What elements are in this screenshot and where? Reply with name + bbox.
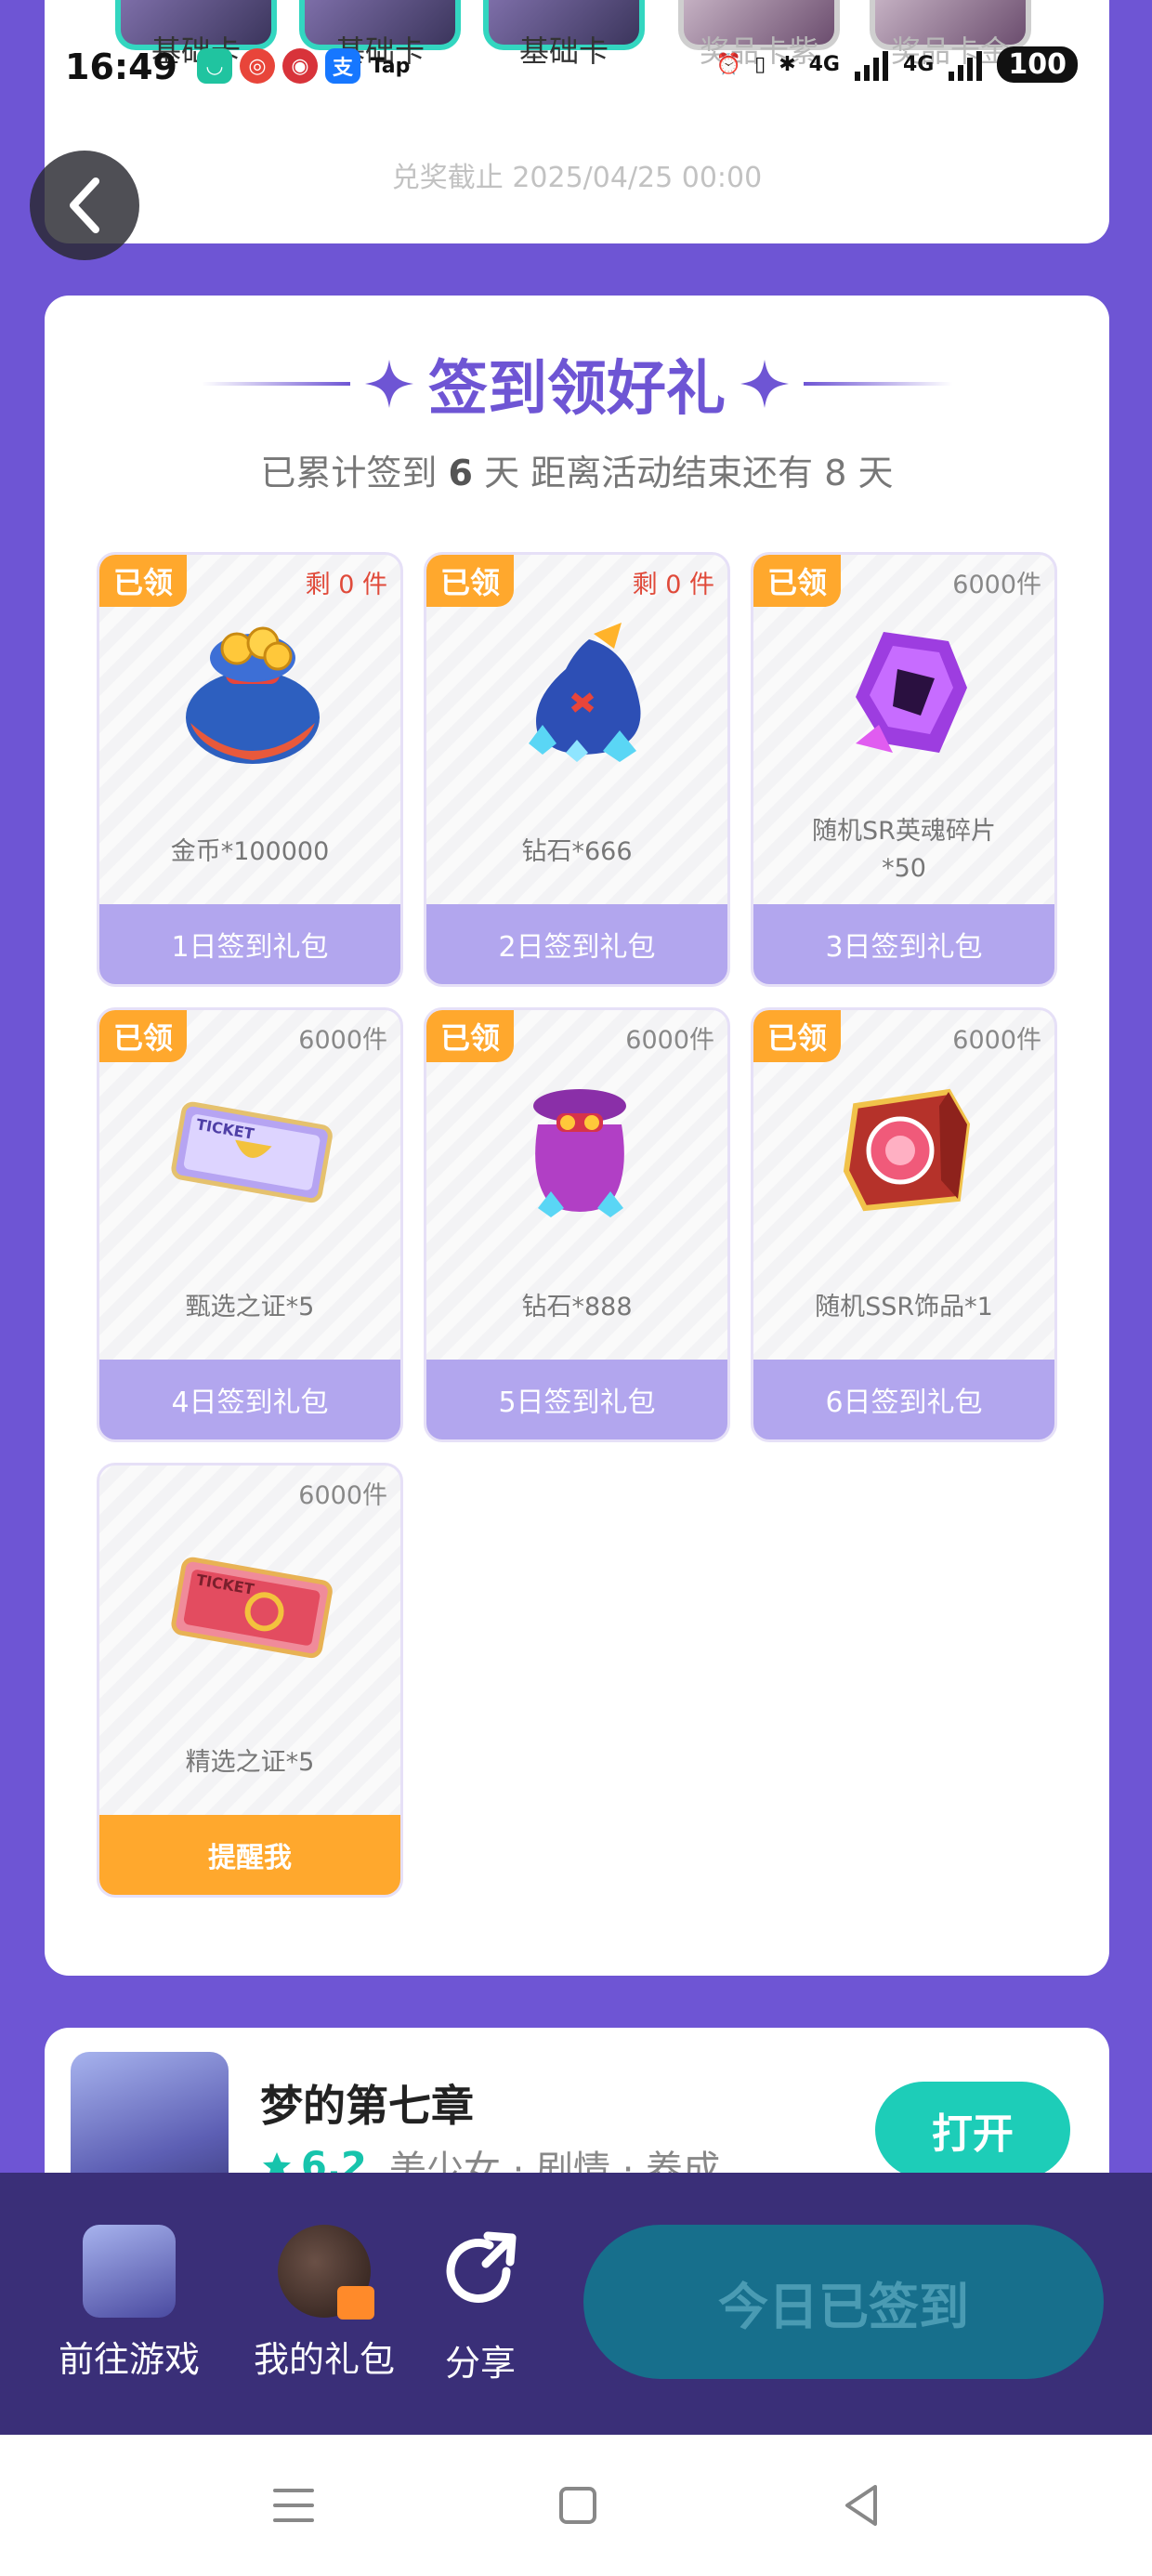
claimed-badge: 已领: [99, 1010, 187, 1062]
alipay-icon: 支: [325, 48, 360, 84]
gift-card-day-1[interactable]: 已领 剩 0 件 金币*100000 1日签到礼包: [97, 552, 403, 987]
system-nav-bar: [0, 2435, 1152, 2576]
prize-card-strip: 基础卡 基础卡 基础卡 奖品卡紫 奖品卡金 兑奖截止 2025/04/25 00…: [45, 0, 1109, 243]
netease-music-icon: ◉: [282, 48, 318, 84]
chevron-left-icon: [70, 177, 99, 233]
gift-day-label: 3日签到礼包: [753, 904, 1054, 984]
progress-mid: 天 距离活动结束还有: [484, 453, 814, 493]
title-divider-right: [804, 382, 952, 386]
gift-name: 金币*100000: [170, 837, 330, 866]
gift-stock: 剩 0 件: [305, 571, 387, 599]
signal-label-1: 4G: [808, 53, 840, 76]
game-avatar-icon: [83, 2225, 176, 2318]
gift-day-label: 1日签到礼包: [99, 904, 400, 984]
gift-day-label: 5日签到礼包: [426, 1360, 727, 1439]
gift-card-day-5[interactable]: 已领 6000件 钻石*888 5日签到礼包: [424, 1007, 730, 1442]
status-indicators: ⏰ ▯ ✱ 4G 4G 100: [716, 46, 1078, 83]
claimed-badge: 已领: [753, 1010, 841, 1062]
soul-fragment-icon: [823, 609, 990, 776]
alarm-icon: ⏰: [715, 53, 742, 76]
back-button[interactable]: [30, 151, 139, 260]
progress-suffix: 天: [857, 453, 894, 493]
remind-me-button[interactable]: 提醒我: [99, 1815, 400, 1895]
signal-icon: [855, 50, 888, 81]
gift-day-label: 6日签到礼包: [753, 1360, 1054, 1439]
share-icon: [446, 2231, 517, 2303]
red-ticket-icon: TICKET: [169, 1519, 336, 1687]
game-name: 梦的第七章: [260, 2081, 474, 2131]
signal-label-2: 4G: [903, 53, 935, 76]
gift-stock: 6000件: [298, 1026, 387, 1055]
sign-in-title: 签到领好礼: [428, 355, 726, 424]
days-signed: 6: [448, 453, 473, 493]
gift-name: 钻石*666: [521, 837, 633, 866]
purple-ticket-icon: TICKET: [169, 1064, 336, 1231]
gift-stock: 剩 0 件: [632, 571, 714, 599]
sparkle-icon: [365, 360, 413, 408]
menu-icon[interactable]: [266, 2477, 321, 2533]
gift-stock: 6000件: [298, 1481, 387, 1510]
gift-stock: 6000件: [952, 571, 1041, 599]
diamond-pouch-icon: [496, 1064, 663, 1231]
claimed-badge: 已领: [99, 555, 187, 607]
redeem-deadline: 兑奖截止 2025/04/25 00:00: [391, 162, 763, 194]
netease-icon: ◎: [240, 48, 275, 84]
battery-indicator: 100: [997, 46, 1078, 83]
share-label: 分享: [444, 2343, 516, 2384]
bottom-action-bar: 前往游戏 我的礼包 分享 今日已签到: [0, 2173, 1152, 2435]
gift-card-day-2[interactable]: 已领 剩 0 件 钻石*666 2日签到礼包: [424, 552, 730, 987]
title-divider-left: [202, 382, 350, 386]
days-left: 8: [824, 453, 847, 493]
bluetooth-icon: ✱: [779, 53, 796, 76]
gift-name: 随机SSR饰品*1: [815, 1293, 993, 1321]
progress-prefix: 已累计签到: [260, 453, 438, 493]
home-icon[interactable]: [550, 2477, 606, 2533]
status-app-icons: ◡ ◎ ◉ 支 Tap: [197, 48, 412, 84]
claimed-badge: 已领: [753, 555, 841, 607]
gift-day-label: 2日签到礼包: [426, 904, 727, 984]
gift-name: 钻石*888: [521, 1293, 633, 1321]
signed-today-button[interactable]: 今日已签到: [583, 2225, 1104, 2379]
gift-card-day-7[interactable]: 6000件 TICKET 精选之证*5 提醒我: [97, 1463, 403, 1898]
gift-day-label: 4日签到礼包: [99, 1360, 400, 1439]
gift-name: 甄选之证*5: [185, 1293, 315, 1321]
gift-stock: 6000件: [625, 1026, 714, 1055]
my-gifts-label: 我的礼包: [253, 2339, 395, 2380]
sign-in-card: 签到领好礼 已累计签到 6 天 距离活动结束还有 8 天 已领 剩 0 件 金币…: [45, 296, 1109, 1976]
gift-name: 精选之证*5: [185, 1748, 315, 1777]
go-to-game-label: 前往游戏: [58, 2339, 200, 2380]
claimed-badge: 已领: [426, 1010, 514, 1062]
ssr-treasure-cube-icon: [823, 1064, 990, 1231]
gift-stock: 6000件: [952, 1026, 1041, 1055]
gift-box-icon: [278, 2225, 374, 2320]
vibrate-icon: ▯: [754, 53, 766, 76]
mi-home-icon: ◡: [197, 48, 232, 84]
card-label: 基础卡: [518, 33, 609, 69]
my-gifts-button[interactable]: 我的礼包: [236, 2225, 412, 2382]
gold-coin-bag-icon: [169, 609, 336, 776]
sign-in-progress: 已累计签到 6 天 距离活动结束还有 8 天: [45, 444, 1109, 495]
open-game-button[interactable]: 打开: [875, 2082, 1070, 2178]
gift-name: 随机SR英魂碎片 *50: [812, 817, 996, 883]
status-time: 16:49: [65, 46, 177, 87]
share-button[interactable]: 分享: [392, 2225, 569, 2385]
go-to-game-button[interactable]: 前往游戏: [41, 2225, 217, 2382]
sign-in-title-row: 签到领好礼: [45, 347, 1109, 424]
gift-card-day-4[interactable]: 已领 6000件 TICKET 甄选之证*5 4日签到礼包: [97, 1007, 403, 1442]
diamond-bag-icon: [496, 609, 663, 776]
back-nav-icon[interactable]: [834, 2477, 890, 2533]
sparkle-icon: [740, 360, 789, 408]
taptap-icon: Tap: [370, 54, 411, 78]
gift-card-day-3[interactable]: 已领 6000件 随机SR英魂碎片 *50 3日签到礼包: [751, 552, 1057, 987]
claimed-badge: 已领: [426, 555, 514, 607]
signal-icon: [949, 50, 983, 81]
gift-card-day-6[interactable]: 已领 6000件 随机SSR饰品*1 6日签到礼包: [751, 1007, 1057, 1442]
